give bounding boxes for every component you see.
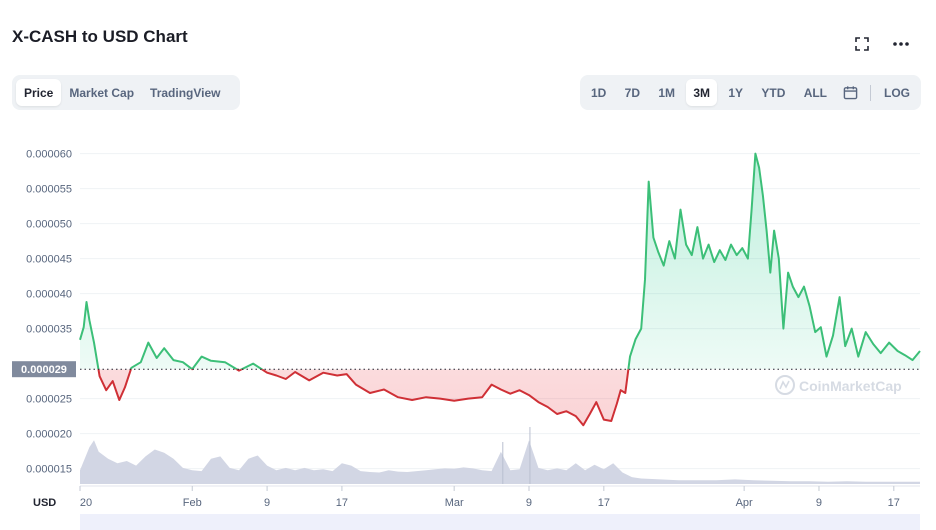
range-navigator[interactable]: [80, 514, 920, 530]
y-tick-label: 0.000020: [26, 429, 72, 441]
baseline-label: 0.000029: [21, 364, 67, 376]
y-tick-label: 0.000055: [26, 184, 72, 196]
x-axis-labels: USD 20 Feb 9 17 Mar 9 17 Apr 9 17: [33, 486, 900, 509]
log-toggle[interactable]: LOG: [877, 79, 917, 106]
tab-market-cap[interactable]: Market Cap: [61, 79, 142, 106]
y-tick-label: 0.000025: [26, 394, 72, 406]
x-tick-label: Mar: [445, 497, 464, 509]
x-tick-label: 17: [598, 497, 610, 509]
coinmarketcap-logo-mark: [779, 380, 790, 390]
x-tick-label: 20: [80, 497, 92, 509]
volume-area: [80, 440, 920, 484]
coinmarketcap-watermark: CoinMarketCap: [775, 375, 902, 395]
y-axis-labels: 0.000060 0.000055 0.000050 0.000045 0.000040…: [26, 149, 72, 476]
y-tick-label: 0.000015: [26, 464, 72, 476]
calendar-icon: [844, 86, 858, 100]
y-tick-label: 0.000040: [26, 289, 72, 301]
x-tick-label: Feb: [183, 497, 202, 509]
y-tick-label: 0.000035: [26, 324, 72, 336]
x-tick-label: 9: [816, 497, 822, 509]
x-tick-label: 9: [264, 497, 270, 509]
range-tabs: 1D 7D 1M 3M 1Y YTD ALL LOG: [580, 75, 921, 110]
range-7d[interactable]: 7D: [618, 79, 647, 106]
range-1m[interactable]: 1M: [651, 79, 682, 106]
y-tick-label: 0.000060: [26, 149, 72, 161]
range-1y[interactable]: 1Y: [721, 79, 750, 106]
tab-tradingview[interactable]: TradingView: [142, 79, 228, 106]
currency-label: USD: [33, 497, 56, 509]
y-tick-label: 0.000045: [26, 254, 72, 266]
more-horizontal-icon: [893, 42, 909, 46]
volume-bars: [80, 427, 920, 484]
divider: [869, 84, 871, 101]
fullscreen-icon: [855, 37, 869, 51]
y-tick-label: 0.000050: [26, 219, 72, 231]
watermark-text: CoinMarketCap: [799, 378, 902, 394]
range-3m[interactable]: 3M: [686, 79, 718, 106]
x-tick-label: 17: [888, 497, 900, 509]
range-1d[interactable]: 1D: [584, 79, 613, 106]
x-tick-label: Apr: [736, 497, 753, 509]
view-tabs: Price Market Cap TradingView: [12, 75, 240, 110]
range-ytd[interactable]: YTD: [754, 79, 792, 106]
page-title: X-CASH to USD Chart: [12, 27, 188, 46]
x-tick-label: 9: [526, 497, 532, 509]
calendar-button[interactable]: [838, 79, 863, 106]
tab-price[interactable]: Price: [16, 79, 62, 106]
x-tick-label: 17: [336, 497, 348, 509]
range-all[interactable]: ALL: [797, 79, 834, 106]
more-button[interactable]: [890, 33, 912, 55]
watermark-group: CoinMarketCap: [775, 375, 902, 395]
fullscreen-button[interactable]: [851, 33, 873, 55]
price-chart[interactable]: 0.000060 0.000055 0.000050 0.000045 0.000040…: [0, 120, 936, 514]
